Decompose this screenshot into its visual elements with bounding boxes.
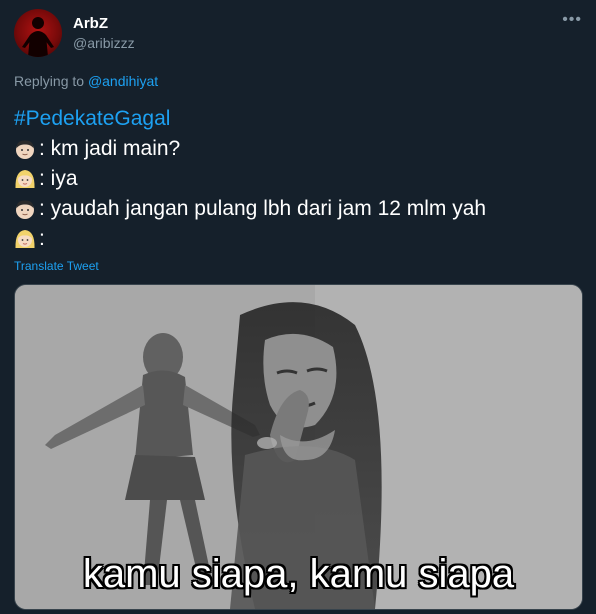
blonde-woman-face-icon (15, 230, 35, 248)
avatar[interactable] (14, 9, 62, 57)
translate-tweet-link[interactable]: Translate Tweet (14, 259, 99, 273)
author-name[interactable]: ArbZ (73, 15, 108, 32)
tweet-header: ArbZ @aribizzz ••• (14, 9, 584, 57)
line-text: : (39, 227, 45, 250)
tweet-line: : iya (14, 164, 584, 194)
line-text: : iya (39, 167, 78, 190)
tweet-line: : yaudah jangan pulang lbh dari jam 12 m… (14, 194, 584, 224)
line-text: : yaudah jangan pulang lbh dari jam 12 m… (39, 197, 487, 220)
mention-link[interactable]: @andihiyat (88, 73, 158, 89)
man-face-icon (16, 200, 34, 219)
replying-to: Replying to @andihiyat (14, 73, 158, 89)
avatar-silhouette-icon (22, 17, 54, 57)
man-face-icon (16, 140, 34, 159)
hashtag-link[interactable]: #PedekateGagal (14, 104, 170, 134)
line-text: : km jadi main? (39, 137, 181, 160)
replying-prefix: Replying to (14, 73, 85, 89)
tweet-text: #PedekateGagal : km jadi main? : iya : y… (14, 104, 584, 254)
media-image[interactable]: kamu siapa, kamu siapa (14, 284, 583, 610)
meme-caption: kamu siapa, kamu siapa (82, 552, 515, 596)
author-handle[interactable]: @aribizzz (73, 35, 135, 51)
blonde-woman-face-icon (15, 170, 35, 188)
tweet-line: : km jadi main? (14, 134, 584, 164)
ellipsis-icon[interactable]: ••• (562, 11, 582, 29)
tweet-line: : (14, 224, 584, 254)
